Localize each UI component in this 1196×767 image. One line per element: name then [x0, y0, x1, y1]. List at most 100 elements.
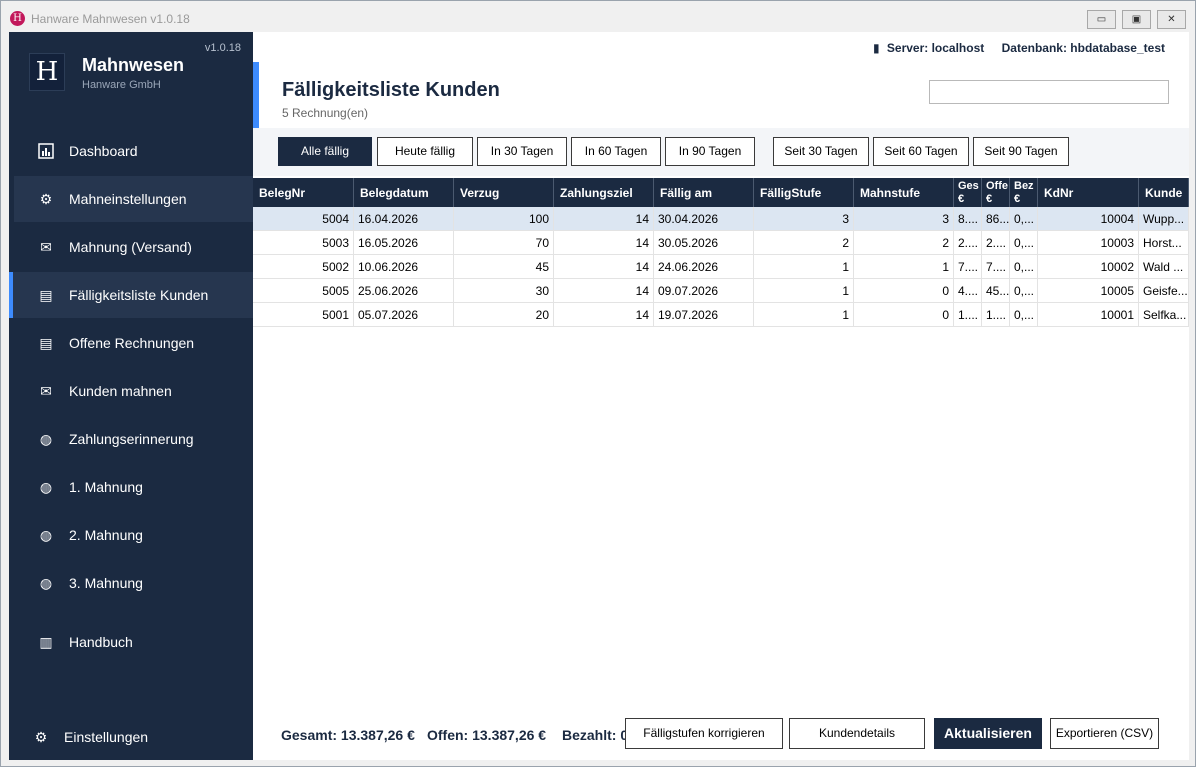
table-row[interactable]: 5001 05.07.2026 20 14 19.07.2026 1 0 1..…: [253, 303, 1189, 327]
sidebar-item-zahlungserinnerung[interactable]: ◍ Zahlungserinnerung: [9, 416, 253, 462]
column-header[interactable]: BelegNr: [253, 178, 354, 207]
filter-in-60-button[interactable]: In 60 Tagen: [571, 137, 661, 166]
table-cell: Horst...: [1139, 231, 1189, 255]
table-cell: 1: [854, 255, 954, 279]
filter-in-90-button[interactable]: In 90 Tagen: [665, 137, 755, 166]
column-header[interactable]: KdNr: [1038, 178, 1139, 207]
table-cell: 2: [754, 231, 854, 255]
sidebar-item-kunden-mahnen[interactable]: ✉ Kunden mahnen: [9, 368, 253, 414]
close-button[interactable]: ✕: [1157, 10, 1186, 29]
sidebar-item-label: Fälligkeitsliste Kunden: [69, 287, 209, 303]
sidebar-item-label: Mahnung (Versand): [69, 239, 192, 255]
sidebar-item-mahnung-3[interactable]: ◍ 3. Mahnung: [9, 560, 253, 606]
connection-info: ▮ Server: localhost Datenbank: hbdatabas…: [859, 41, 1165, 55]
sidebar-item-label: Dashboard: [69, 143, 138, 159]
fix-due-levels-button[interactable]: Fälligstufen korrigieren: [625, 718, 783, 749]
table-cell: 4....: [954, 279, 982, 303]
table-cell: 14: [554, 303, 654, 327]
search-input[interactable]: [929, 80, 1169, 104]
sidebar-item-mahnung-1[interactable]: ◍ 1. Mahnung: [9, 464, 253, 510]
sidebar-item-mahnung-2[interactable]: ◍ 2. Mahnung: [9, 512, 253, 558]
table-row[interactable]: 5004 16.04.2026 100 14 30.04.2026 3 3 8.…: [253, 207, 1189, 231]
table-cell: 8....: [954, 207, 982, 231]
sidebar-item-label: Handbuch: [69, 634, 133, 650]
sidebar-item-label: 3. Mahnung: [69, 575, 143, 591]
table-cell: Wald ...: [1139, 255, 1189, 279]
table-cell: 10001: [1038, 303, 1139, 327]
brand-name: Mahnwesen: [82, 55, 185, 75]
gear-icon: ⚙: [39, 191, 53, 207]
table-cell: 3: [854, 207, 954, 231]
table-row[interactable]: 5003 16.05.2026 70 14 30.05.2026 2 2 2..…: [253, 231, 1189, 255]
table-cell: 10004: [1038, 207, 1139, 231]
active-indicator: [9, 272, 13, 318]
filter-since-30-button[interactable]: Seit 30 Tagen: [773, 137, 869, 166]
database-label: Datenbank: hbdatabase_test: [1001, 41, 1165, 55]
minimize-button[interactable]: ▭: [1087, 10, 1116, 29]
table-cell: 2....: [954, 231, 982, 255]
title-bar[interactable]: H Hanware Mahnwesen v1.0.18 ▭ ▣ ✕: [1, 1, 1195, 32]
table-cell: 0,...: [1010, 279, 1038, 303]
filter-since-90-button[interactable]: Seit 90 Tagen: [973, 137, 1069, 166]
export-csv-button[interactable]: Exportieren (CSV): [1050, 718, 1159, 749]
table-cell: 5004: [253, 207, 354, 231]
table-cell: 10.06.2026: [354, 255, 454, 279]
filter-since-60-button[interactable]: Seit 60 Tagen: [873, 137, 969, 166]
table-cell: 20: [454, 303, 554, 327]
invoice-count: 5 Rechnung(en): [282, 106, 369, 120]
column-header[interactable]: Belegdatum: [354, 178, 454, 207]
filter-today-button[interactable]: Heute fällig: [377, 137, 473, 166]
sidebar-item-mahnung-versand[interactable]: ✉ Mahnung (Versand): [9, 224, 253, 270]
table-cell: 45: [454, 255, 554, 279]
filter-in-30-button[interactable]: In 30 Tagen: [477, 137, 567, 166]
table-cell: 05.07.2026: [354, 303, 454, 327]
table-row[interactable]: 5005 25.06.2026 30 14 09.07.2026 1 0 4..…: [253, 279, 1189, 303]
sidebar-item-label: Offene Rechnungen: [69, 335, 195, 351]
version-label: v1.0.18: [204, 42, 241, 54]
column-header[interactable]: Fällig am: [654, 178, 754, 207]
table-cell: 2: [854, 231, 954, 255]
table-cell: 2....: [982, 231, 1010, 255]
footer-bar: Gesamt: 13.387,26 € Offen: 13.387,26 € B…: [253, 718, 1189, 752]
app-window: H Hanware Mahnwesen v1.0.18 ▭ ▣ ✕ H Mahn…: [0, 0, 1196, 767]
table-cell: 3: [754, 207, 854, 231]
table-header: BelegNr Belegdatum Verzug Zahlungsziel F…: [253, 178, 1189, 207]
table-cell: 1....: [982, 303, 1010, 327]
table-cell: 0: [854, 279, 954, 303]
refresh-button[interactable]: Aktualisieren: [934, 718, 1042, 749]
column-header[interactable]: Kunde: [1139, 178, 1189, 207]
maximize-button[interactable]: ▣: [1122, 10, 1151, 29]
table-cell: 14: [554, 231, 654, 255]
column-header[interactable]: Ges €: [954, 178, 982, 207]
sidebar-item-handbuch[interactable]: ▥ Handbuch: [9, 619, 253, 665]
sidebar-item-label: 2. Mahnung: [69, 527, 143, 543]
customer-details-button[interactable]: Kundendetails: [789, 718, 925, 749]
sidebar-item-dashboard[interactable]: Dashboard: [9, 128, 253, 174]
server-label: Server: localhost: [886, 41, 985, 55]
invoice-icon: ▤: [39, 335, 53, 351]
sidebar: H Mahnwesen Hanware GmbH v1.0.18 Dashboa…: [9, 32, 253, 760]
table-cell: 1: [754, 255, 854, 279]
column-header[interactable]: FälligStufe: [754, 178, 854, 207]
column-header[interactable]: Verzug: [454, 178, 554, 207]
column-header[interactable]: Zahlungsziel: [554, 178, 654, 207]
gear-icon: ⚙: [34, 729, 48, 745]
sidebar-item-faelligkeitsliste[interactable]: ▤ Fälligkeitsliste Kunden: [9, 272, 253, 318]
table-cell: 7....: [982, 255, 1010, 279]
column-header[interactable]: Bez €: [1010, 178, 1038, 207]
sidebar-item-offene-rechnungen[interactable]: ▤ Offene Rechnungen: [9, 320, 253, 366]
filter-all-due-button[interactable]: Alle fällig: [278, 137, 372, 166]
page-title: Fälligkeitsliste Kunden: [282, 79, 500, 101]
sidebar-item-einstellungen[interactable]: ⚙ Einstellungen: [9, 714, 253, 760]
table-row[interactable]: 5002 10.06.2026 45 14 24.06.2026 1 1 7..…: [253, 255, 1189, 279]
sidebar-item-mahneinstellungen[interactable]: ⚙ Mahneinstellungen: [14, 176, 253, 222]
table-cell: 70: [454, 231, 554, 255]
table-cell: 30.05.2026: [654, 231, 754, 255]
title-accent-bar: [253, 62, 259, 128]
hatched-circle-icon: ◍: [39, 527, 53, 543]
column-header[interactable]: Mahnstufe: [854, 178, 954, 207]
table-cell: Selfka...: [1139, 303, 1189, 327]
table-cell: 14: [554, 255, 654, 279]
table-cell: 1: [754, 279, 854, 303]
column-header[interactable]: Offe €: [982, 178, 1010, 207]
